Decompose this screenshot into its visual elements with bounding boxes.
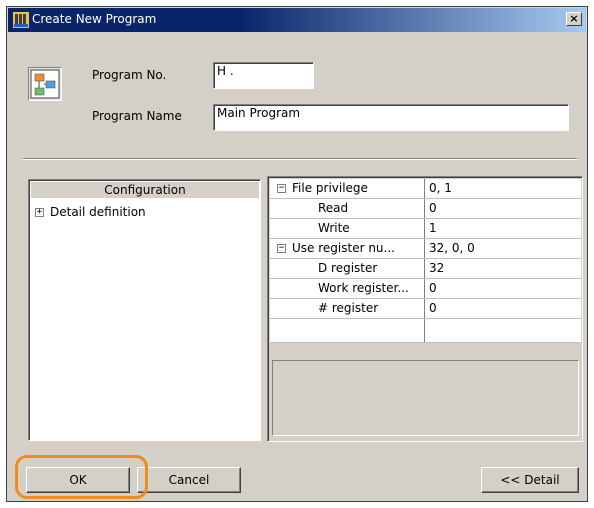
- ladder-diagram-icon: [30, 69, 60, 99]
- property-row[interactable]: Work register... 0: [270, 279, 581, 299]
- expand-icon[interactable]: +: [35, 208, 44, 217]
- app-icon: [13, 12, 29, 28]
- program-no-field[interactable]: H .: [213, 62, 314, 89]
- collapse-icon[interactable]: −: [277, 184, 286, 193]
- property-value[interactable]: 0: [429, 199, 437, 218]
- property-panel: − File privilege 0, 1 Read 0 Write 1 − Use…: [267, 176, 583, 442]
- property-row[interactable]: − File privilege 0, 1: [270, 179, 581, 199]
- create-program-dialog: Create New Program × Program No. H . Pro…: [6, 6, 588, 502]
- separator: [23, 158, 577, 160]
- program-name-field[interactable]: Main Program: [213, 104, 569, 131]
- detail-button[interactable]: << Detail: [481, 467, 579, 493]
- property-description-box: [272, 360, 579, 436]
- program-name-value: Main Program: [217, 106, 301, 120]
- property-row-empty[interactable]: [270, 319, 581, 343]
- property-value[interactable]: 0, 1: [429, 179, 452, 198]
- property-grid[interactable]: − File privilege 0, 1 Read 0 Write 1 − Use…: [270, 179, 581, 343]
- property-row[interactable]: # register 0: [270, 299, 581, 319]
- tree-item-label: Detail definition: [50, 205, 146, 219]
- configuration-tree[interactable]: Configuration + Detail definition: [28, 179, 261, 441]
- property-row[interactable]: D register 32: [270, 259, 581, 279]
- close-button[interactable]: ×: [566, 12, 582, 26]
- property-name: Use register nu...: [292, 241, 395, 255]
- window-title: Create New Program: [32, 12, 157, 26]
- property-name: Work register...: [318, 281, 409, 295]
- cancel-button[interactable]: Cancel: [137, 467, 241, 493]
- property-row[interactable]: Read 0: [270, 199, 581, 219]
- program-icon: [28, 67, 62, 101]
- program-no-label: Program No.: [92, 68, 167, 82]
- tree-header[interactable]: Configuration: [31, 182, 259, 198]
- property-value[interactable]: 0: [429, 299, 437, 318]
- property-value[interactable]: 32: [429, 259, 444, 278]
- program-name-label: Program Name: [92, 109, 182, 123]
- property-value[interactable]: 1: [429, 219, 437, 238]
- property-name: File privilege: [292, 181, 368, 195]
- property-name: # register: [318, 301, 379, 315]
- property-value[interactable]: 0: [429, 279, 437, 298]
- title-bar[interactable]: Create New Program ×: [8, 8, 586, 32]
- property-name: D register: [318, 261, 378, 275]
- property-row[interactable]: Write 1: [270, 219, 581, 239]
- program-no-value: H .: [217, 64, 234, 78]
- ok-highlight-outline: [15, 455, 148, 499]
- property-name: Write: [318, 221, 350, 235]
- property-value[interactable]: 32, 0, 0: [429, 239, 475, 258]
- collapse-icon[interactable]: −: [277, 244, 286, 253]
- property-name: Read: [318, 201, 349, 215]
- tree-item-detail-definition[interactable]: + Detail definition: [35, 204, 146, 220]
- close-icon: ×: [569, 12, 579, 25]
- property-row[interactable]: − Use register nu... 32, 0, 0: [270, 239, 581, 259]
